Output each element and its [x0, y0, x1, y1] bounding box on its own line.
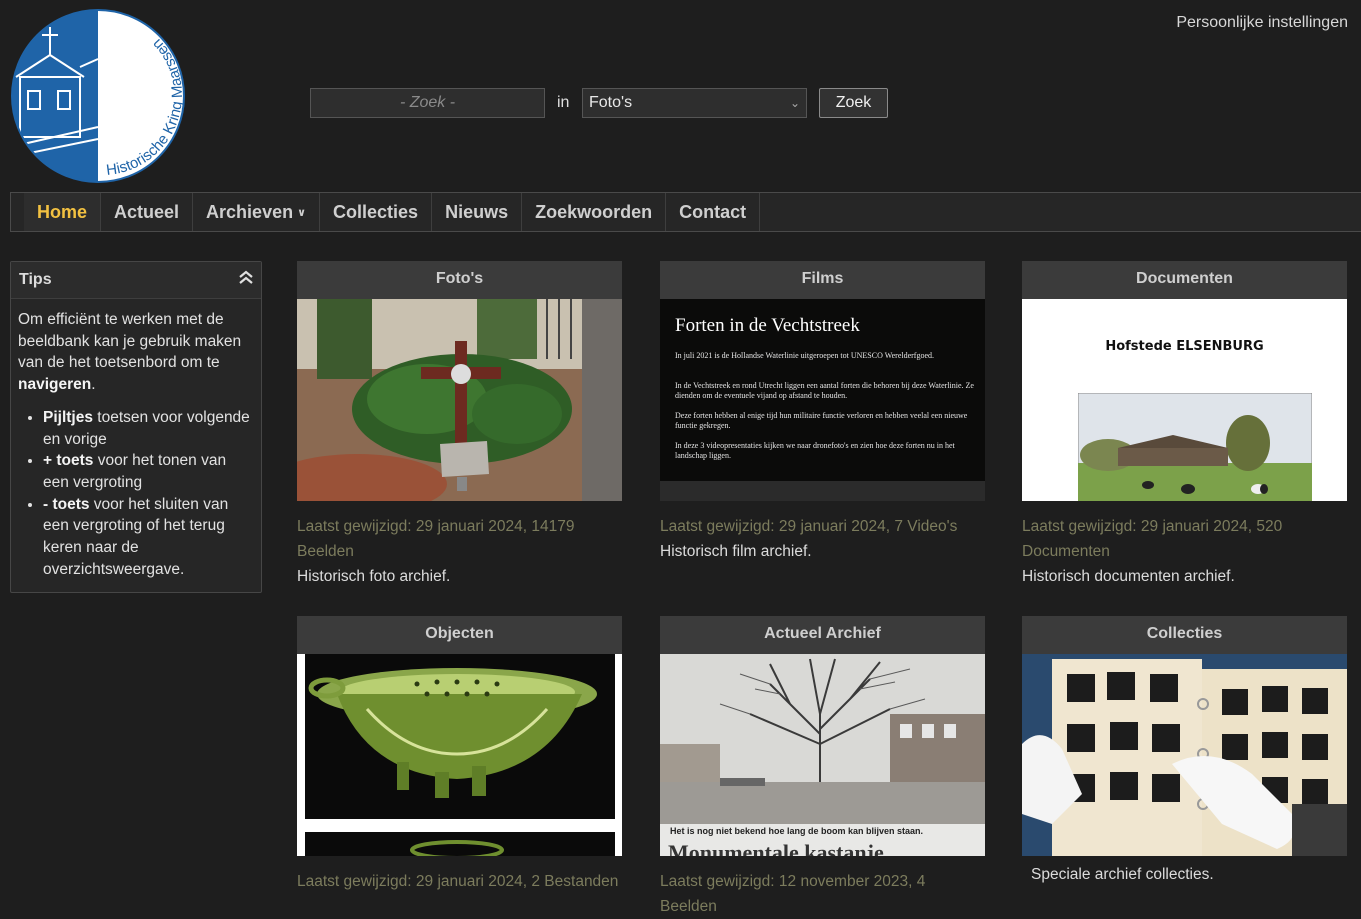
- card-image-documenten[interactable]: Hofstede ELSENBURG: [1022, 299, 1347, 501]
- video-control-bar[interactable]: [660, 481, 985, 501]
- card-meta-fotos: Laatst gewijzigd: 29 januari 2024, 14179…: [297, 518, 575, 560]
- card-collecties: Collecties Speciale archief collecties.: [1022, 616, 1347, 887]
- card-image-fotos[interactable]: [297, 299, 622, 501]
- personal-settings-link[interactable]: Persoonlijke instellingen: [1176, 14, 1348, 32]
- card-documenten: Documenten Hofstede ELSENBURG Laatst gew…: [1022, 261, 1347, 589]
- card-meta-documenten: Laatst gewijzigd: 29 januari 2024, 520 D…: [1022, 518, 1283, 560]
- card-image-actueel-archief[interactable]: Het is nog niet bekend hoe lang de boom …: [660, 654, 985, 856]
- card-title-films[interactable]: Films: [660, 261, 985, 299]
- nav-actueel[interactable]: Actueel: [101, 193, 194, 231]
- card-image-collecties[interactable]: [1022, 654, 1347, 856]
- search-in-label: in: [557, 94, 570, 111]
- card-desc-collecties: Speciale archief collecties.: [1031, 866, 1214, 883]
- chevron-down-icon: ⌄: [789, 96, 800, 110]
- chevron-down-icon: ∨: [297, 207, 307, 219]
- nav-zoekwoorden[interactable]: Zoekwoorden: [522, 193, 667, 231]
- nav-contact[interactable]: Contact: [666, 193, 761, 231]
- tips-item: + toets voor het tonen van een vergrotin…: [43, 450, 253, 493]
- card-meta-objecten: Laatst gewijzigd: 29 januari 2024, 2 Bes…: [297, 873, 619, 890]
- search-input[interactable]: [310, 88, 545, 118]
- card-meta-actueel-archief: Laatst gewijzigd: 12 november 2023, 4 Be…: [660, 873, 926, 915]
- search-scope-select[interactable]: Foto's ⌄: [582, 88, 807, 118]
- card-title-objecten[interactable]: Objecten: [297, 616, 622, 654]
- newspaper-caption: Het is nog niet bekend hoe lang de boom …: [670, 826, 924, 836]
- film-slide-title: Forten in de Vechtstreek: [675, 315, 860, 336]
- main-navigation: Home Actueel Archieven ∨ Collecties Nieuw…: [10, 192, 1361, 232]
- newspaper-photo: [660, 654, 985, 824]
- tips-panel: Tips Om efficiënt te werken met de beeld…: [10, 261, 262, 593]
- card-fotos: Foto's Laatst gewijzigd: 29 januari 2024…: [297, 261, 622, 589]
- nav-home[interactable]: Home: [24, 193, 102, 231]
- site-logo[interactable]: Historische Kring Maarssen: [10, 7, 186, 185]
- document-photo: [1078, 393, 1312, 501]
- newspaper-headline: Monumentale kastanje: [668, 840, 884, 856]
- nav-archieven-label: Archieven: [206, 202, 294, 222]
- card-title-fotos[interactable]: Foto's: [297, 261, 622, 299]
- search-button[interactable]: Zoek: [819, 88, 888, 118]
- document-title: Hofstede ELSENBURG: [1105, 339, 1264, 354]
- logo-emblem: Historische Kring Maarssen: [11, 9, 186, 183]
- card-title-actueel-archief[interactable]: Actueel Archief: [660, 616, 985, 654]
- card-films: Films Forten in de Vechtstreek In juli 2…: [660, 261, 985, 564]
- card-objecten: Objecten Laatst gewijzigd: 29 januari 20…: [297, 616, 622, 894]
- tips-title: Tips: [19, 271, 52, 288]
- nav-collecties[interactable]: Collecties: [320, 193, 433, 231]
- search-scope-value: Foto's: [589, 94, 633, 111]
- film-slide-line: Deze forten hebben al enige tijd hun mil…: [675, 411, 968, 430]
- card-desc-films: Historisch film archief.: [660, 543, 812, 560]
- tips-item: - toets voor het sluiten van een vergrot…: [43, 494, 253, 581]
- card-title-collecties[interactable]: Collecties: [1022, 616, 1347, 654]
- film-slide-line: In de Vechtstreek en rond Utrecht liggen…: [675, 381, 974, 400]
- film-slide-line: In juli 2021 is de Hollandse Waterlinie …: [675, 351, 935, 360]
- nav-nieuws[interactable]: Nieuws: [432, 193, 523, 231]
- collapse-chevrons-up-icon[interactable]: [237, 268, 255, 286]
- card-desc-documenten: Historisch documenten archief.: [1022, 568, 1235, 585]
- nav-archieven[interactable]: Archieven ∨: [193, 193, 321, 231]
- card-title-documenten[interactable]: Documenten: [1022, 261, 1347, 299]
- tips-header[interactable]: Tips: [11, 262, 261, 299]
- tips-intro: Om efficiënt te werken met de beeldbank …: [18, 311, 242, 394]
- tips-item: Pijltjes toetsen voor volgende en vorige: [43, 407, 253, 450]
- card-image-objecten[interactable]: [297, 654, 622, 856]
- card-image-films[interactable]: Forten in de Vechtstreek In juli 2021 is…: [660, 299, 985, 501]
- card-meta-films: Laatst gewijzigd: 29 januari 2024, 7 Vid…: [660, 518, 958, 535]
- tips-list: Pijltjes toetsen voor volgende en vorige…: [18, 407, 253, 581]
- card-actueel-archief: Actueel Archief Het is nog niet bekend h…: [660, 616, 985, 919]
- film-slide-line: In deze 3 videopresentaties kijken we na…: [675, 441, 955, 460]
- card-desc-fotos: Historisch foto archief.: [297, 568, 451, 585]
- tips-content: Om efficiënt te werken met de beeldbank …: [11, 299, 261, 580]
